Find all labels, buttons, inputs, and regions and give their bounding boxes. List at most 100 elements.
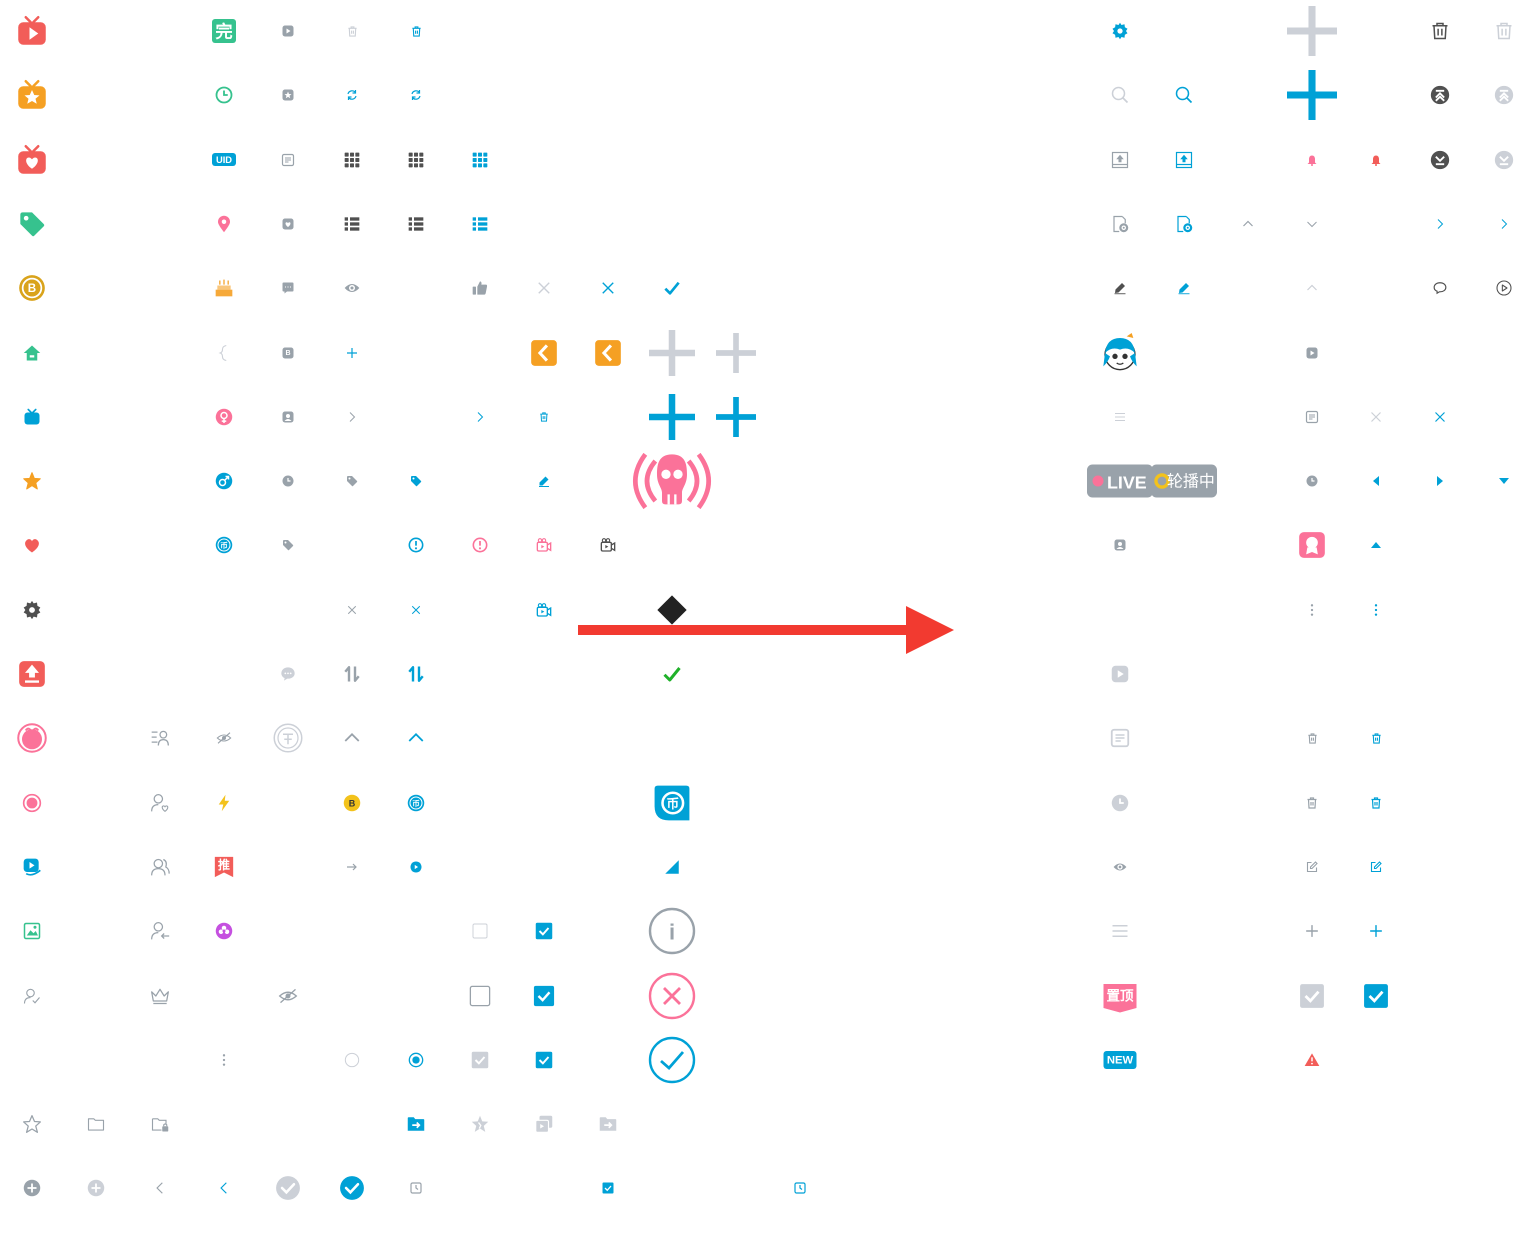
gear-blue-icon xyxy=(1096,7,1144,55)
trash-gray-icon xyxy=(1288,714,1336,762)
triangle-corner-icon xyxy=(648,843,696,891)
edit-square-icon xyxy=(1288,843,1336,891)
document-gray-icon xyxy=(1288,393,1336,441)
trash-gray-2-icon xyxy=(1288,779,1336,827)
svg-text:轮播中: 轮播中 xyxy=(1167,472,1215,490)
bell-pink-icon xyxy=(1288,136,1336,184)
avatar-square-icon xyxy=(1096,521,1144,569)
heart-icon xyxy=(8,521,56,569)
chevron-up-icon xyxy=(328,714,376,762)
add-circle-light-icon xyxy=(72,1164,120,1212)
trash-large-light-icon xyxy=(1480,7,1528,55)
svg-text:UID: UID xyxy=(216,155,232,165)
sort-icon xyxy=(328,650,376,698)
coin-icon: 币 xyxy=(200,521,248,569)
birthday-cake-icon xyxy=(200,264,248,312)
checkbox-checked-large-icon xyxy=(520,972,568,1020)
home-icon xyxy=(8,329,56,377)
tv-heart-icon xyxy=(8,136,56,184)
b-square-icon: B xyxy=(264,329,312,377)
folder-move-icon xyxy=(392,1100,440,1148)
trash-large-icon xyxy=(1416,7,1464,55)
chevron-down-icon xyxy=(1288,200,1336,248)
caret-right-icon xyxy=(1416,457,1464,505)
refresh-icon xyxy=(328,71,376,119)
new-badge-icon: NEW xyxy=(1096,1036,1144,1084)
plus-small-icon xyxy=(328,329,376,377)
svg-text:B: B xyxy=(285,349,290,356)
character-avatar-icon xyxy=(1096,329,1144,377)
folder-move-light-icon xyxy=(584,1100,632,1148)
bell-red-icon xyxy=(1352,136,1400,184)
trash-small-light-icon xyxy=(328,7,376,55)
settings-doc-blue-icon xyxy=(1160,200,1208,248)
lightning-icon xyxy=(200,779,248,827)
trash-blue-icon xyxy=(392,7,440,55)
list-icon xyxy=(328,200,376,248)
alert-circle-icon xyxy=(392,521,440,569)
caret-left-icon xyxy=(1352,457,1400,505)
document-large-icon xyxy=(1096,714,1144,762)
chevron-right-blue-icon xyxy=(456,393,504,441)
folder-back-icon xyxy=(520,329,568,377)
tv-small-icon xyxy=(8,393,56,441)
checkbox-disabled-icon xyxy=(456,1036,504,1084)
pink-round-icon xyxy=(8,714,56,762)
trash-blue-2-icon xyxy=(1352,714,1400,762)
checkbox-checked-icon xyxy=(520,907,568,955)
caret-up-icon xyxy=(1352,521,1400,569)
flower-icon xyxy=(200,907,248,955)
clock-small-icon xyxy=(264,457,312,505)
caret-down-icon xyxy=(1480,457,1528,505)
close-blue-large-icon xyxy=(584,264,632,312)
video-camera-blue-icon xyxy=(520,586,568,634)
menu-light-icon xyxy=(1096,393,1144,441)
search-light-icon xyxy=(1096,71,1144,119)
female-icon xyxy=(200,393,248,441)
tv-star-icon xyxy=(8,71,56,119)
pencil-blue-icon xyxy=(1160,264,1208,312)
checkbox-checked-xl-icon xyxy=(1352,972,1400,1020)
edit-square-blue-icon xyxy=(1352,843,1400,891)
close-thin-blue-icon xyxy=(1416,393,1464,441)
user-square-icon xyxy=(264,393,312,441)
ghost-signal-icon xyxy=(628,437,716,525)
play-square-light-icon xyxy=(392,843,440,891)
checkbox-empty-icon xyxy=(456,907,504,955)
back-top-light-icon xyxy=(1480,71,1528,119)
close-blue-icon xyxy=(392,586,440,634)
trash-blue-small-icon xyxy=(520,393,568,441)
user-back-icon xyxy=(136,907,184,955)
check-circle-light-icon xyxy=(264,1164,312,1212)
check-circle-blue-icon xyxy=(328,1164,376,1212)
star-outline-icon xyxy=(8,1100,56,1148)
user-heart-icon xyxy=(136,779,184,827)
user-group-icon xyxy=(136,843,184,891)
more-vertical-gray-icon xyxy=(1288,586,1336,634)
close-icon xyxy=(328,586,376,634)
plus-gray-icon xyxy=(1288,907,1336,955)
arrow-down-circle-icon xyxy=(1416,136,1464,184)
chat-square-icon xyxy=(264,264,312,312)
chevron-right-icon xyxy=(328,393,376,441)
tag-gray-icon xyxy=(328,457,376,505)
star-icon xyxy=(8,457,56,505)
plus-large-light-icon xyxy=(645,326,699,380)
chevron-right-gray-icon xyxy=(1416,200,1464,248)
plus-large-blue-icon xyxy=(645,390,699,444)
check-icon xyxy=(648,264,696,312)
grid-blue-icon xyxy=(456,136,504,184)
checkbox-small-icon xyxy=(584,1164,632,1212)
pin-top-badge-icon: 置顶 xyxy=(1096,972,1144,1020)
eye-slash-icon xyxy=(200,714,248,762)
edit-blue-icon xyxy=(520,457,568,505)
clock-icon xyxy=(200,71,248,119)
eye-gray-icon xyxy=(1096,843,1144,891)
plus-xl-blue-icon xyxy=(1283,66,1341,124)
plus-large-light-2-icon xyxy=(712,329,760,377)
video-camera-pink-icon xyxy=(520,521,568,569)
b-coin-icon: B xyxy=(8,264,56,312)
info-circle-icon: i xyxy=(644,903,700,959)
gear-icon xyxy=(8,586,56,634)
play-square-gray-icon xyxy=(1288,329,1336,377)
